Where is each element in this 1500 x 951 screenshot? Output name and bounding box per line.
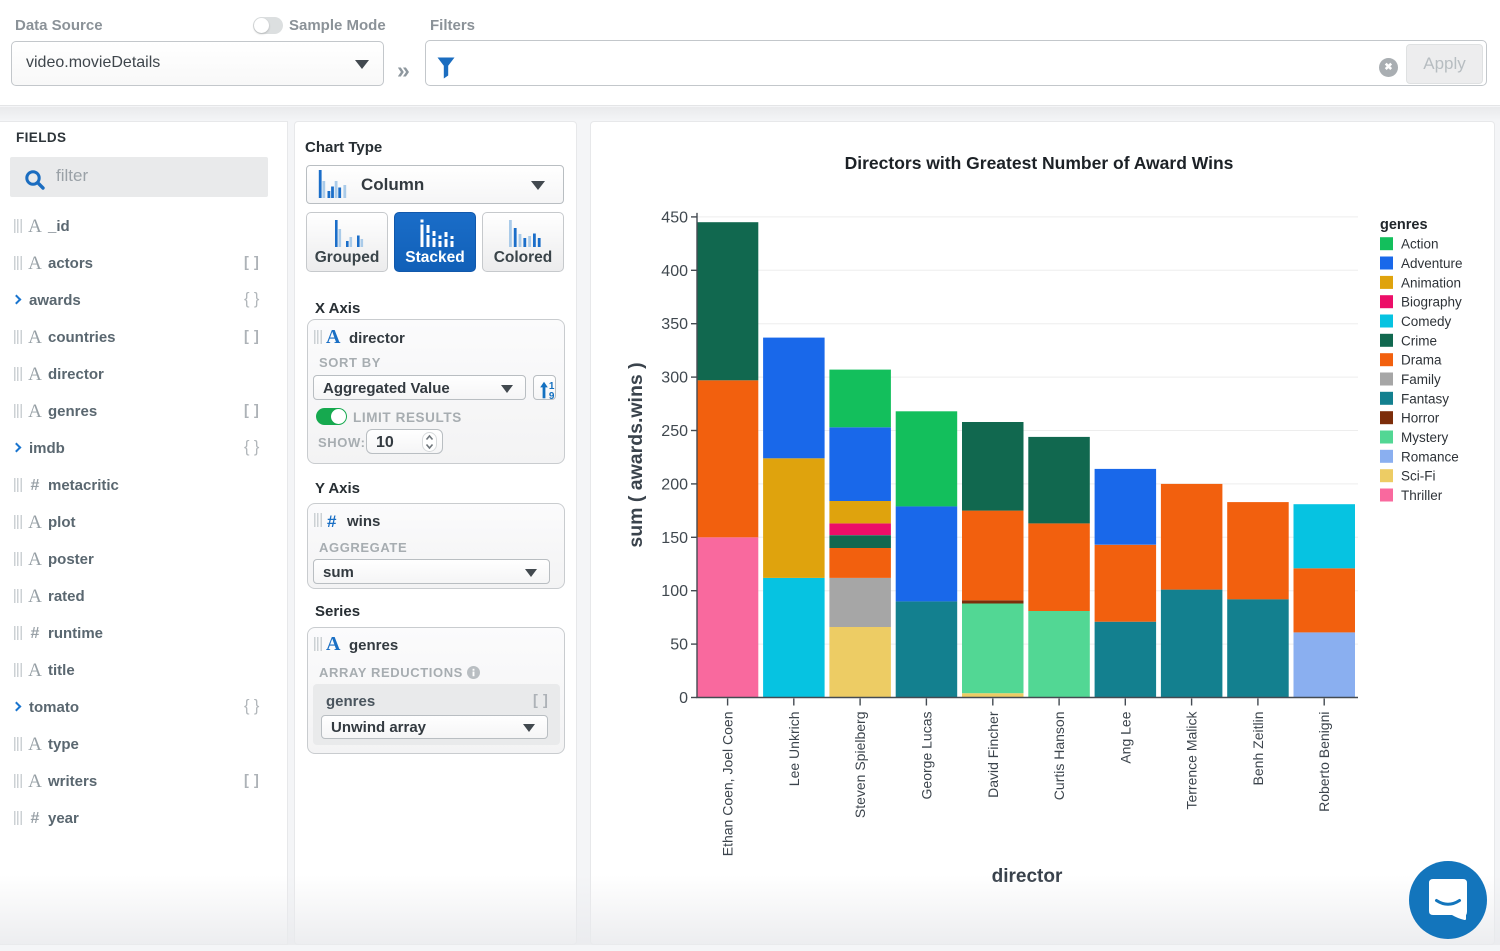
svg-text:Ethan Coen, Joel Coen: Ethan Coen, Joel Coen bbox=[720, 712, 736, 857]
svg-text:Ang Lee: Ang Lee bbox=[1117, 711, 1133, 763]
svg-text:Steven Spielberg: Steven Spielberg bbox=[852, 712, 868, 819]
svg-text:350: 350 bbox=[661, 316, 688, 333]
svg-text:Action: Action bbox=[1401, 237, 1439, 252]
svg-text:150: 150 bbox=[661, 530, 688, 547]
svg-text:Thriller: Thriller bbox=[1401, 488, 1443, 503]
svg-text:director: director bbox=[992, 866, 1063, 887]
svg-text:Biography: Biography bbox=[1401, 295, 1462, 310]
svg-text:Curtis Hanson: Curtis Hanson bbox=[1051, 712, 1067, 801]
svg-text:Drama: Drama bbox=[1401, 353, 1442, 368]
svg-text:Lee Unkrich: Lee Unkrich bbox=[786, 712, 802, 787]
svg-text:Mystery: Mystery bbox=[1401, 430, 1449, 445]
svg-text:George Lucas: George Lucas bbox=[918, 712, 934, 800]
svg-text:Sci-Fi: Sci-Fi bbox=[1401, 469, 1436, 484]
svg-text:Comedy: Comedy bbox=[1401, 314, 1452, 329]
svg-text:Animation: Animation bbox=[1401, 275, 1461, 290]
svg-text:9: 9 bbox=[549, 391, 555, 399]
svg-text:Directors with Greatest Number: Directors with Greatest Number of Award … bbox=[845, 153, 1234, 173]
svg-text:200: 200 bbox=[661, 476, 688, 493]
svg-text:genres: genres bbox=[1380, 217, 1428, 233]
svg-text:Horror: Horror bbox=[1401, 411, 1440, 426]
svg-text:David Fincher: David Fincher bbox=[985, 711, 1001, 798]
svg-text:400: 400 bbox=[661, 263, 688, 280]
svg-text:Terrence Malick: Terrence Malick bbox=[1184, 711, 1200, 810]
svg-text:Roberto Benigni: Roberto Benigni bbox=[1316, 712, 1332, 812]
svg-text:300: 300 bbox=[661, 370, 688, 387]
svg-text:Fantasy: Fantasy bbox=[1401, 391, 1449, 406]
svg-text:50: 50 bbox=[670, 637, 688, 654]
svg-text:0: 0 bbox=[679, 690, 688, 707]
svg-text:250: 250 bbox=[661, 423, 688, 440]
svg-text:Adventure: Adventure bbox=[1401, 256, 1463, 271]
svg-text:Benh Zeitlin: Benh Zeitlin bbox=[1250, 712, 1266, 786]
svg-text:Crime: Crime bbox=[1401, 333, 1437, 348]
svg-text:100: 100 bbox=[661, 583, 688, 600]
svg-text:sum ( awards.wins ): sum ( awards.wins ) bbox=[625, 362, 647, 547]
svg-text:Family: Family bbox=[1401, 372, 1441, 387]
svg-text:450: 450 bbox=[661, 209, 688, 226]
svg-text:Romance: Romance bbox=[1401, 449, 1459, 464]
